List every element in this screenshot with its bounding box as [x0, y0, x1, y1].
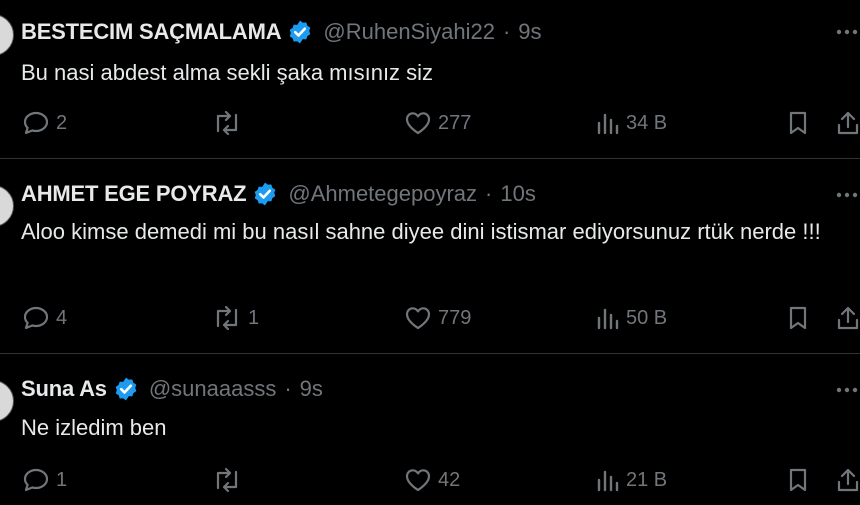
verified-icon [115, 377, 137, 401]
share-icon [837, 306, 859, 330]
views-count: 34 B [626, 111, 668, 134]
tweet-1[interactable]: BESTECIM SAÇMALAMA @RuhenSiyahi22 · 9s B… [0, 0, 860, 158]
reply-button[interactable]: 2 [22, 108, 67, 138]
tweet-header: AHMET EGE POYRAZ @Ahmetegepoyraz · 10s [21, 179, 536, 209]
views-icon [597, 113, 619, 135]
tweet-time[interactable]: 9s [300, 376, 323, 402]
avatar[interactable] [0, 185, 14, 227]
like-button[interactable]: 42 [404, 465, 460, 495]
verified-icon [255, 182, 276, 206]
views-count: 21 B [626, 468, 668, 491]
bookmark-icon [789, 306, 807, 330]
bookmark-icon [789, 468, 807, 492]
retweet-count: 1 [248, 306, 260, 329]
author-name[interactable]: Suna As [21, 376, 107, 402]
share-icon [837, 468, 859, 492]
views-icon [597, 308, 619, 330]
share-button[interactable] [836, 465, 860, 495]
reply-button[interactable]: 1 [22, 465, 67, 495]
reply-button[interactable]: 4 [22, 303, 67, 333]
views-icon [597, 470, 619, 492]
retweet-icon [216, 467, 238, 493]
reply-icon [23, 468, 49, 492]
retweet-button[interactable] [212, 108, 248, 138]
retweet-icon [216, 305, 238, 331]
avatar[interactable] [0, 380, 14, 422]
reply-icon [23, 306, 49, 330]
views-count: 50 B [626, 306, 668, 329]
tweet-text: Bu nasi abdest alma sekli şaka mısınız s… [21, 60, 434, 85]
tweet-feed: BESTECIM SAÇMALAMA @RuhenSiyahi22 · 9s B… [0, 0, 860, 505]
tweet-header: BESTECIM SAÇMALAMA @RuhenSiyahi22 · 9s [21, 17, 542, 47]
tweet-time[interactable]: 9s [518, 19, 541, 45]
author-handle[interactable]: @RuhenSiyahi22 [323, 19, 495, 45]
author-handle[interactable]: @sunaaasss [149, 376, 277, 402]
tweet-header: Suna As @sunaaasss · 9s [21, 374, 323, 404]
verified-icon [290, 20, 311, 44]
like-count: 277 [438, 111, 472, 134]
reply-count: 4 [56, 306, 68, 329]
share-button[interactable] [836, 303, 860, 333]
more-icon[interactable] [834, 20, 860, 44]
bookmark-icon [789, 111, 807, 135]
more-icon[interactable] [834, 378, 860, 402]
retweet-icon [216, 110, 238, 136]
like-icon [405, 112, 431, 135]
views-button[interactable]: 34 B [596, 108, 667, 138]
like-button[interactable]: 779 [404, 303, 471, 333]
separator-dot: · [502, 19, 511, 44]
tweet-text: Aloo kimse demedi mi bu nasıl sahne diye… [21, 219, 821, 244]
tweet-time[interactable]: 10s [500, 181, 535, 207]
like-count: 779 [438, 306, 472, 329]
like-count: 42 [438, 468, 461, 491]
retweet-button[interactable] [212, 465, 248, 495]
bookmark-button[interactable] [787, 108, 809, 138]
reply-icon [23, 111, 49, 135]
tweet-3[interactable]: Suna As @sunaaasss · 9s Ne izledim ben 1… [0, 354, 860, 505]
views-button[interactable]: 50 B [596, 303, 667, 333]
bookmark-button[interactable] [787, 465, 809, 495]
like-icon [405, 307, 431, 330]
like-icon [405, 469, 431, 492]
tweet-text: Ne izledim ben [21, 415, 167, 440]
author-handle[interactable]: @Ahmetegepoyraz [288, 181, 477, 207]
more-icon[interactable] [834, 183, 860, 207]
views-button[interactable]: 21 B [596, 465, 667, 495]
reply-count: 2 [56, 111, 68, 134]
bookmark-button[interactable] [787, 303, 809, 333]
like-button[interactable]: 277 [404, 108, 471, 138]
retweet-button[interactable]: 1 [212, 303, 259, 333]
tweet-2[interactable]: AHMET EGE POYRAZ @Ahmetegepoyraz · 10s A… [0, 159, 860, 353]
avatar[interactable] [0, 14, 14, 56]
share-button[interactable] [836, 108, 860, 138]
separator-dot: · [284, 376, 292, 401]
author-name[interactable]: AHMET EGE POYRAZ [21, 181, 247, 207]
reply-count: 1 [56, 468, 68, 491]
author-name[interactable]: BESTECIM SAÇMALAMA [21, 19, 282, 45]
share-icon [837, 111, 859, 135]
separator-dot: · [485, 181, 493, 206]
